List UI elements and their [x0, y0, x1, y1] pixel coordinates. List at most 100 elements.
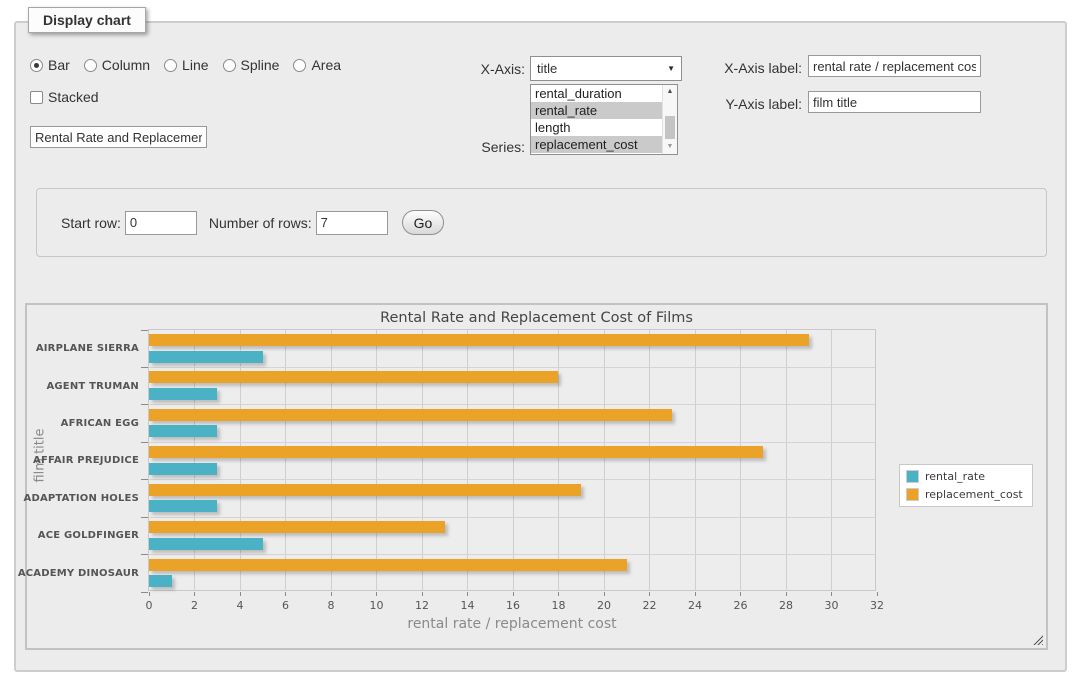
x-tick-label: 2 [175, 599, 215, 612]
y-axis-label-caption: Y-Axis label: [712, 96, 802, 112]
category-label: AFFAIR PREJUDICE [21, 442, 139, 479]
chart-type-line[interactable]: Line [164, 57, 208, 73]
gridline [604, 330, 605, 590]
chart-type-column[interactable]: Column [84, 57, 150, 73]
x-tick-mark [877, 592, 878, 596]
x-tick-label: 8 [311, 599, 351, 612]
gridline [513, 330, 514, 590]
stacked-checkbox-row[interactable]: Stacked [30, 89, 99, 105]
x-tick-label: 10 [357, 599, 397, 612]
x-tick-mark [786, 592, 787, 596]
go-button[interactable]: Go [402, 210, 445, 235]
chart-type-area[interactable]: Area [293, 57, 341, 73]
bar-rental_rate [149, 351, 263, 363]
radio-icon[interactable] [223, 59, 236, 72]
bar-rental_rate [149, 575, 172, 587]
y-tick-mark [141, 554, 148, 555]
x-tick-label: 0 [129, 599, 169, 612]
bar-replacement_cost [149, 409, 672, 421]
bar-replacement_cost [149, 559, 627, 571]
x-tick-label: 24 [675, 599, 715, 612]
x-axis-label-caption: X-Axis label: [712, 60, 802, 76]
x-tick-mark [240, 592, 241, 596]
x-axis-select-label: X-Axis: [452, 61, 525, 77]
y-tick-mark [141, 442, 148, 443]
gridline [422, 330, 423, 590]
y-axis-label-input[interactable] [808, 91, 981, 113]
x-tick-label: 12 [402, 599, 442, 612]
bar-replacement_cost [149, 371, 558, 383]
x-tick-label: 18 [539, 599, 579, 612]
chart-container: Rental Rate and Replacement Cost of Film… [25, 303, 1048, 650]
gridline [467, 330, 468, 590]
x-tick-mark [649, 592, 650, 596]
scroll-down-icon[interactable]: ▼ [663, 140, 677, 154]
x-tick-label: 30 [812, 599, 852, 612]
y-tick-mark [141, 367, 148, 368]
chart-x-axis-title: rental rate / replacement cost [148, 616, 876, 632]
radio-icon[interactable] [164, 59, 177, 72]
radio-icon[interactable] [30, 59, 43, 72]
x-tick-mark [513, 592, 514, 596]
series-select-label: Series: [452, 139, 525, 155]
chart-type-label: Column [102, 57, 150, 73]
category-label: ADAPTATION HOLES [21, 480, 139, 517]
chart-title-input[interactable] [30, 126, 207, 148]
x-tick-mark [831, 592, 832, 596]
y-tick-mark [141, 479, 148, 480]
resize-grip-icon[interactable] [1032, 634, 1043, 645]
x-tick-label: 6 [266, 599, 306, 612]
scrollbar[interactable]: ▲ ▼ [662, 85, 677, 154]
chart-type-spline[interactable]: Spline [223, 57, 280, 73]
x-tick-label: 14 [448, 599, 488, 612]
bar-rental_rate [149, 463, 217, 475]
radio-icon[interactable] [293, 59, 306, 72]
num-rows-label: Number of rows: [209, 215, 312, 231]
legend-swatch-icon [906, 470, 919, 483]
gridline [149, 554, 875, 555]
radio-icon[interactable] [84, 59, 97, 72]
series-option-rental_duration[interactable]: rental_duration [531, 85, 662, 102]
gridline [194, 330, 195, 590]
chart-type-label: Bar [48, 57, 70, 73]
x-axis-selected-value: title [537, 61, 557, 76]
display-chart-page: Display chart BarColumnLineSplineArea St… [0, 0, 1081, 681]
x-tick-label: 26 [721, 599, 761, 612]
x-tick-mark [331, 592, 332, 596]
bar-rental_rate [149, 538, 263, 550]
x-tick-mark [467, 592, 468, 596]
gridline [149, 442, 875, 443]
x-tick-label: 20 [584, 599, 624, 612]
legend-label: replacement_cost [925, 488, 1023, 501]
gridline [240, 330, 241, 590]
scroll-up-icon[interactable]: ▲ [663, 85, 677, 99]
series-option-rental_rate[interactable]: rental_rate [531, 102, 662, 119]
gridline [695, 330, 696, 590]
series-listbox[interactable]: rental_durationrental_ratelengthreplacem… [530, 84, 678, 155]
chart-type-radios: Bar Column Line Spline Area [30, 57, 341, 73]
chart-type-bar[interactable]: Bar [30, 57, 70, 73]
gridline [786, 330, 787, 590]
x-tick-mark [422, 592, 423, 596]
category-label: ACE GOLDFINGER [21, 517, 139, 554]
bar-replacement_cost [149, 446, 763, 458]
num-rows-input[interactable] [316, 211, 388, 235]
bar-rental_rate [149, 425, 217, 437]
x-axis-label-input[interactable] [808, 55, 981, 77]
series-option-replacement_cost[interactable]: replacement_cost [531, 136, 662, 153]
plot-area: 02468101214161820222426283032AIRPLANE SI… [148, 329, 876, 591]
x-tick-mark [604, 592, 605, 596]
scrollbar-thumb[interactable] [665, 116, 675, 139]
x-tick-label: 32 [857, 599, 897, 612]
x-tick-mark [558, 592, 559, 596]
start-row-input[interactable] [125, 211, 197, 235]
chart-legend: rental_ratereplacement_cost [899, 464, 1033, 507]
x-tick-mark [695, 592, 696, 596]
checkbox-icon[interactable] [30, 91, 43, 104]
category-label: AFRICAN EGG [21, 405, 139, 442]
x-tick-label: 4 [220, 599, 260, 612]
x-axis-select[interactable]: title ▼ [530, 56, 682, 81]
y-tick-mark [141, 592, 148, 593]
gridline [831, 330, 832, 590]
series-option-length[interactable]: length [531, 119, 662, 136]
